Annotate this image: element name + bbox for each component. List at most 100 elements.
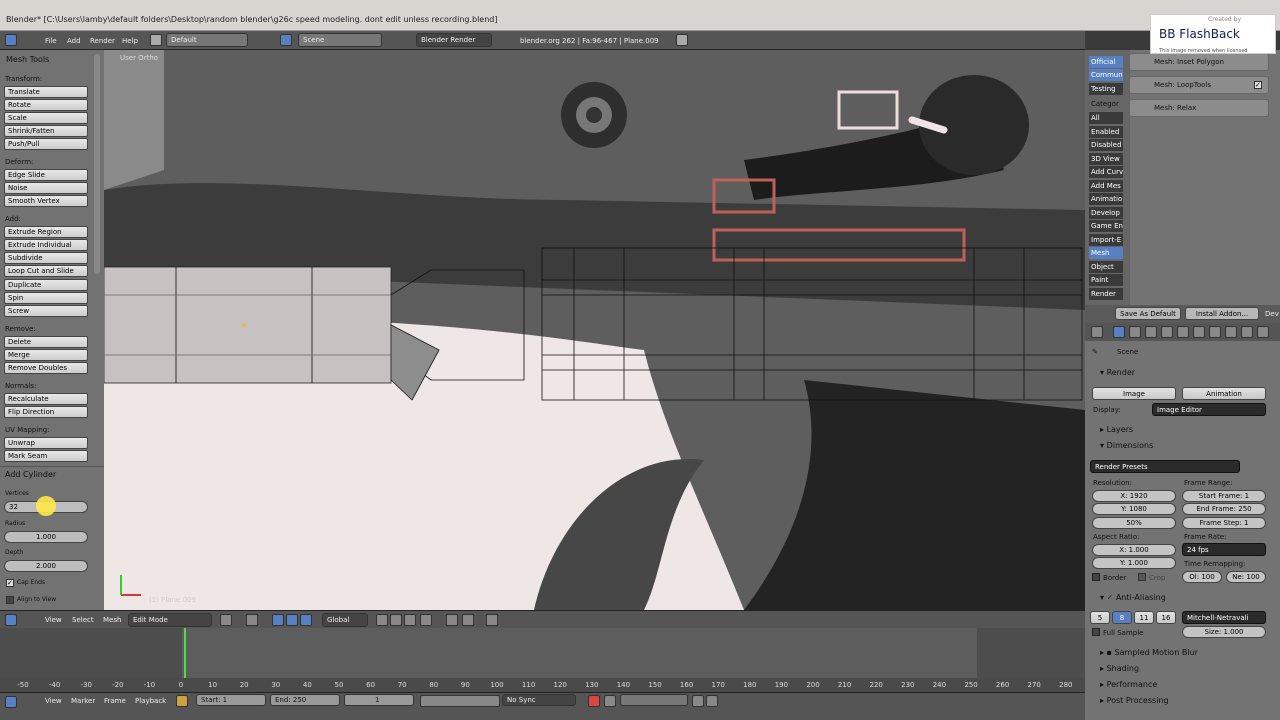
loop-cut-button[interactable]: Loop Cut and Slide — [4, 265, 88, 277]
timeline-area[interactable] — [0, 628, 1085, 678]
addon-looptools[interactable]: Mesh: LoopTools ✓ — [1129, 76, 1269, 94]
translate-button[interactable]: Translate — [4, 86, 88, 98]
remap-old-field[interactable]: Ol: 100 — [1182, 571, 1222, 583]
resolution-percentage-field[interactable]: 50% — [1092, 517, 1176, 529]
cap-ends-checkbox[interactable]: ✓ — [6, 579, 14, 587]
subdivide-button[interactable]: Subdivide — [4, 252, 88, 264]
menu-mesh[interactable]: Mesh — [103, 616, 121, 624]
category-item[interactable]: Paint — [1089, 274, 1123, 286]
addon-enable-checkbox[interactable]: ✓ — [1254, 81, 1262, 89]
aa-sample-button[interactable]: 16 — [1156, 611, 1176, 624]
render-animation-button[interactable]: Animation — [1182, 387, 1266, 400]
align-to-view-checkbox[interactable] — [6, 596, 14, 604]
duplicate-button[interactable]: Duplicate — [4, 279, 88, 291]
aa-sample-button[interactable]: 8 — [1112, 611, 1132, 624]
snap-icon[interactable] — [446, 614, 458, 626]
keyframe-icon[interactable] — [176, 695, 188, 707]
menu-view[interactable]: View — [45, 616, 62, 624]
depth-field[interactable]: 2.000 — [4, 560, 88, 572]
snap-target-icon[interactable] — [462, 614, 474, 626]
render-panel-title[interactable]: ▾ Render — [1100, 368, 1135, 377]
full-sample-checkbox[interactable] — [1092, 628, 1100, 636]
aspect-y-field[interactable]: Y: 1.000 — [1092, 557, 1176, 569]
resolution-x-field[interactable]: X: 1920 — [1092, 490, 1176, 502]
category-item[interactable]: Animatio — [1089, 193, 1123, 205]
extrude-region-button[interactable]: Extrude Region — [4, 226, 88, 238]
scale-button[interactable]: Scale — [4, 112, 88, 124]
unwrap-button[interactable]: Unwrap — [4, 437, 88, 449]
layers-panel-title[interactable]: ▸ Layers — [1100, 425, 1133, 434]
addon-relax[interactable]: Mesh: Relax — [1129, 99, 1269, 117]
world-tab-icon[interactable] — [1145, 326, 1157, 338]
mark-seam-button[interactable]: Mark Seam — [4, 450, 88, 462]
end-frame-prop-field[interactable]: End Frame: 250 — [1182, 503, 1266, 515]
category-item[interactable]: Game En — [1089, 220, 1123, 232]
keying-set-icon[interactable] — [604, 695, 616, 707]
shading-panel-title[interactable]: ▸ Shading — [1100, 664, 1139, 673]
properties-editor-icon[interactable] — [1091, 326, 1103, 338]
extrude-individual-button[interactable]: Extrude Individual — [4, 239, 88, 251]
material-tab-icon[interactable] — [1225, 326, 1237, 338]
menu-render[interactable]: Render — [90, 37, 115, 45]
noise-button[interactable]: Noise — [4, 182, 88, 194]
category-item[interactable]: 3D View — [1089, 152, 1123, 165]
category-item[interactable]: Add Mes — [1089, 179, 1123, 192]
border-checkbox[interactable] — [1092, 573, 1100, 581]
timeline-menu-marker[interactable]: Marker — [71, 697, 95, 705]
record-icon[interactable] — [588, 695, 600, 707]
screw-button[interactable]: Screw — [4, 305, 88, 317]
tool-shelf-scrollbar[interactable] — [94, 54, 100, 274]
texture-tab-icon[interactable] — [1241, 326, 1253, 338]
category-item[interactable]: Render — [1089, 287, 1123, 300]
menu-file[interactable]: File — [45, 37, 57, 45]
flip-direction-button[interactable]: Flip Direction — [4, 406, 88, 418]
end-frame-field[interactable]: End: 250 — [270, 694, 340, 706]
category-item[interactable]: Mesh — [1089, 247, 1123, 259]
support-community[interactable]: Commun — [1089, 69, 1123, 81]
category-item[interactable]: Object — [1089, 260, 1123, 273]
edge-slide-button[interactable]: Edge Slide — [4, 169, 88, 181]
aa-sample-button[interactable]: 5 — [1090, 611, 1110, 624]
aspect-x-field[interactable]: X: 1.000 — [1092, 544, 1176, 556]
remap-new-field[interactable]: Ne: 100 — [1226, 571, 1266, 583]
3d-viewport[interactable]: User Ortho (1) Plane.009 — [104, 50, 1085, 610]
vertex-select-icon[interactable] — [390, 614, 402, 626]
category-item[interactable]: Enabled — [1089, 125, 1123, 138]
category-item[interactable]: Add Curv — [1089, 166, 1123, 178]
keying-set-field[interactable] — [620, 694, 688, 706]
install-addon-button[interactable]: Install Addon... — [1185, 307, 1259, 320]
shrink-fatten-button[interactable]: Shrink/Fatten — [4, 125, 88, 137]
rotate-button[interactable]: Rotate — [4, 99, 88, 111]
radius-field[interactable]: 1.000 — [4, 531, 88, 543]
support-testing[interactable]: Testing — [1089, 83, 1123, 95]
pin-icon[interactable]: ✎ — [1092, 348, 1098, 356]
object-tab-icon[interactable] — [1161, 326, 1173, 338]
push-pull-button[interactable]: Push/Pull — [4, 138, 88, 150]
current-frame-field[interactable]: 1 — [344, 694, 414, 706]
start-frame-field[interactable]: Start: 1 — [196, 694, 266, 706]
menu-add[interactable]: Add — [67, 37, 81, 45]
smooth-vertex-button[interactable]: Smooth Vertex — [4, 195, 88, 207]
start-frame-prop-field[interactable]: Start Frame: 1 — [1182, 490, 1266, 502]
frame-rate-select[interactable]: 24 fps — [1182, 543, 1266, 556]
category-item[interactable]: Import-E — [1089, 233, 1123, 246]
aa-size-field[interactable]: Size: 1.000 — [1182, 626, 1266, 638]
scene-field[interactable]: Scene — [298, 33, 382, 47]
category-item[interactable]: Disabled — [1089, 139, 1123, 151]
performance-panel-title[interactable]: ▸ Performance — [1100, 680, 1157, 689]
editor-type-icon[interactable] — [5, 34, 17, 46]
motion-blur-panel-title[interactable]: ▸ ▪ Sampled Motion Blur — [1100, 648, 1198, 657]
layout-field[interactable]: Default — [166, 33, 248, 47]
manipulator-icon[interactable] — [272, 614, 284, 626]
constraints-tab-icon[interactable] — [1177, 326, 1189, 338]
category-item[interactable]: All — [1089, 112, 1123, 124]
aa-sample-button[interactable]: 11 — [1134, 611, 1154, 624]
layers-icon[interactable] — [376, 614, 388, 626]
timeline-menu-view[interactable]: View — [45, 697, 62, 705]
proportional-icon[interactable] — [420, 614, 432, 626]
timeline-menu-playback[interactable]: Playback — [135, 697, 166, 705]
render-engine-select[interactable]: Blender Render — [416, 33, 492, 47]
edge-select-icon[interactable] — [404, 614, 416, 626]
screen-icon[interactable] — [676, 34, 688, 46]
translate-manip-icon[interactable] — [286, 614, 298, 626]
